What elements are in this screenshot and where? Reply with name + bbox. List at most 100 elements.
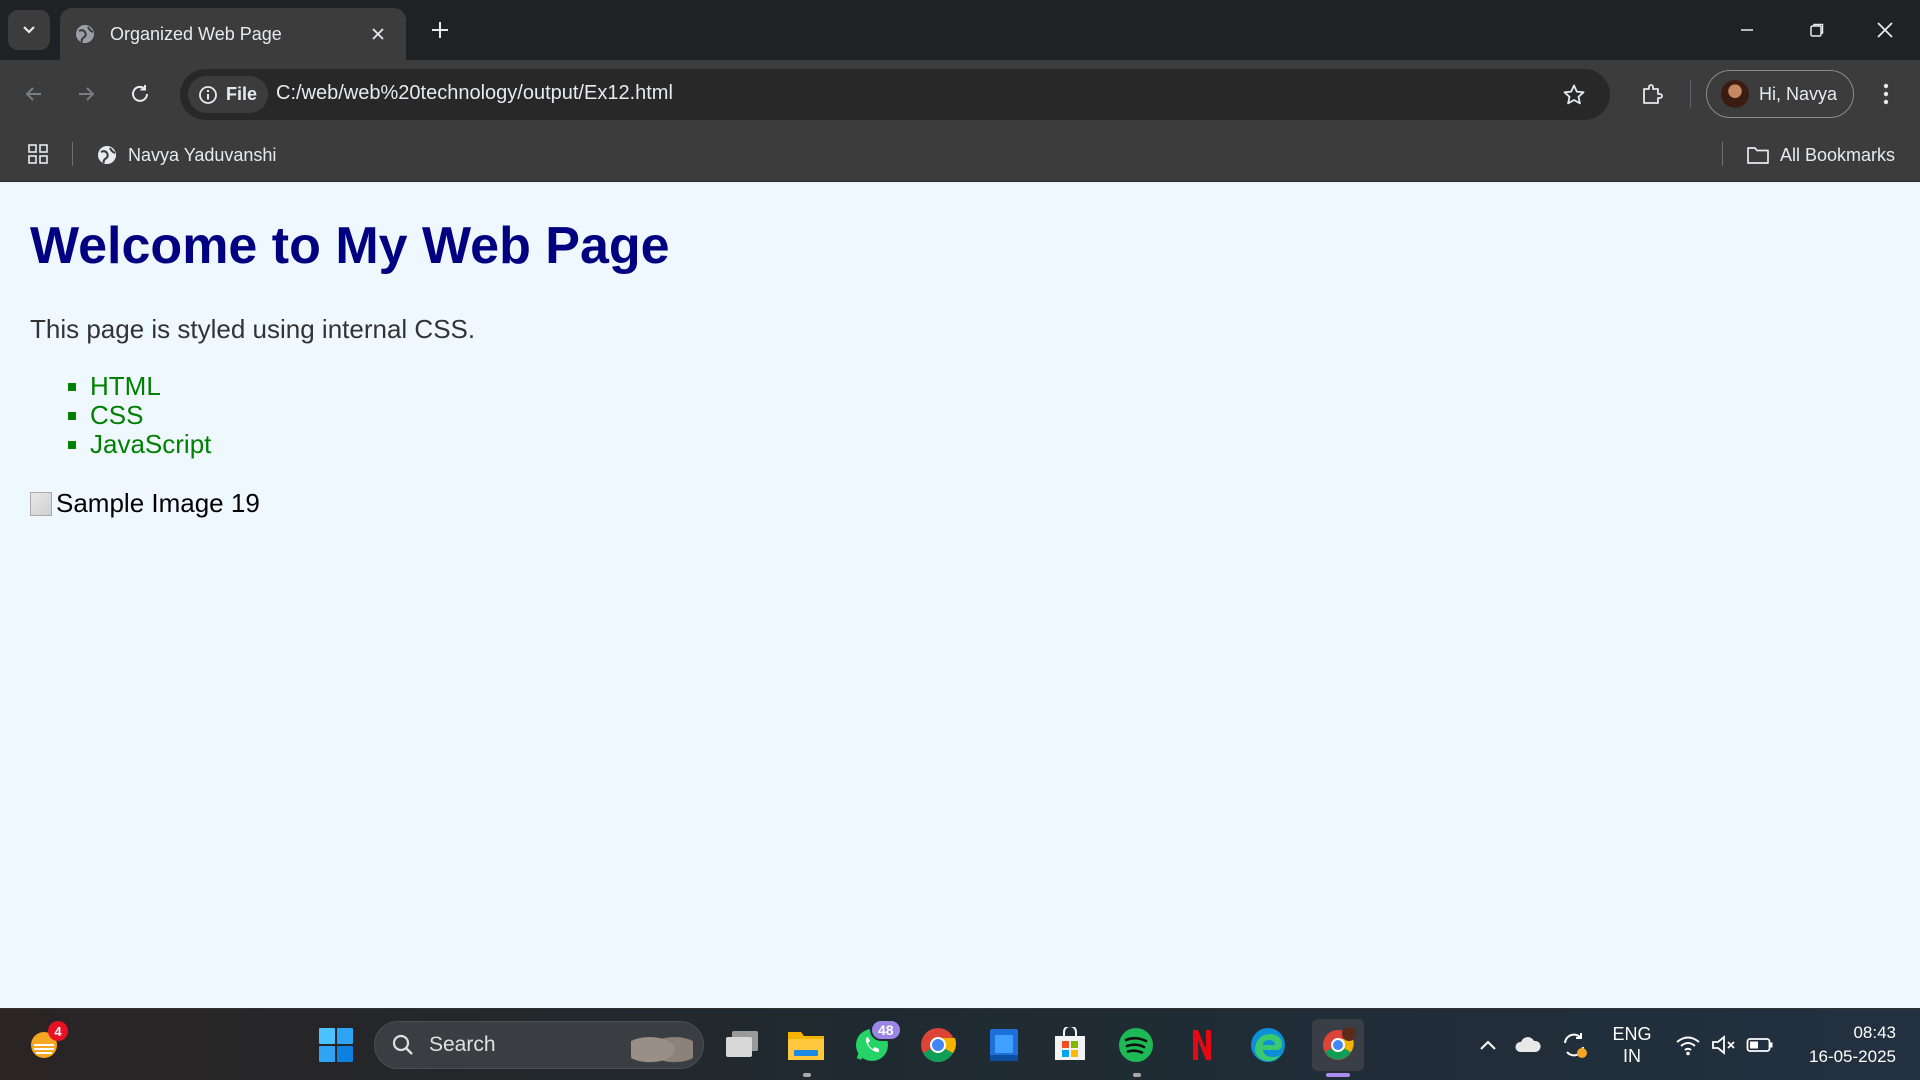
store-app-icon [990,1029,1018,1061]
minimize-icon [1741,29,1753,31]
page-heading: Welcome to My Web Page [30,217,670,275]
toolbar-divider [1690,80,1691,108]
chevron-down-icon [23,26,35,34]
whatsapp-badge: 48 [870,1019,902,1041]
bookmark-separator [1722,142,1723,166]
region-code: IN [1623,1046,1641,1066]
cloud-icon [1515,1037,1541,1052]
spotify-button[interactable] [1114,1023,1158,1067]
page-paragraph: This page is styled using internal CSS. [30,314,476,344]
windows-logo-icon [319,1028,353,1062]
topic-list: HTML CSS JavaScript [60,372,211,459]
clock-time: 08:43 [1853,1023,1896,1042]
bookmarks-bar: Navya Yaduvanshi All Bookmarks [0,128,1920,182]
language-indicator[interactable]: ENG IN [1612,1023,1652,1067]
more-vertical-icon [1883,83,1889,105]
wifi-icon [1676,1036,1700,1056]
search-highlight-image [631,1028,693,1064]
browser-menu-button[interactable] [1870,76,1902,112]
minimize-button[interactable] [1724,10,1770,50]
start-button[interactable] [314,1023,358,1067]
plus-icon [432,22,448,38]
taskbar-search[interactable]: Search [374,1021,704,1069]
chrome-button[interactable] [916,1023,960,1067]
language-code: ENG [1612,1024,1652,1044]
forward-button[interactable] [68,76,104,112]
running-indicator [803,1073,811,1077]
list-item: CSS [60,401,211,430]
image-alt-text: Sample Image 19 [56,488,260,518]
battery-icon [1746,1038,1773,1052]
chrome-profile-icon [1323,1027,1356,1060]
close-icon [372,28,384,40]
all-bookmarks-label: All Bookmarks [1780,144,1896,165]
globe-icon [76,25,94,43]
tab-active[interactable]: Organized Web Page [60,8,406,60]
netflix-icon [1193,1030,1211,1060]
weather-badge: 4 [48,1021,68,1041]
sync-button[interactable] [1552,1023,1596,1067]
url-text[interactable]: C:/web/web%20technology/output/Ex12.html [276,82,673,105]
broken-image: Sample Image 19 [30,488,260,519]
folder-icon [788,1032,824,1060]
bookmark-separator [72,142,73,166]
profile-name: Hi, Navya [1759,83,1838,104]
tab-search-button[interactable] [8,10,50,50]
back-button[interactable] [16,76,52,112]
address-bar[interactable]: File C:/web/web%20technology/output/Ex12… [180,69,1610,120]
info-icon [199,85,217,104]
browser-toolbar: File C:/web/web%20technology/output/Ex12… [0,60,1920,128]
web-page-content: Welcome to My Web Page This page is styl… [0,182,1920,1008]
reload-button[interactable] [122,76,158,112]
arrow-left-icon [25,87,41,101]
bookmark-label: Navya Yaduvanshi [128,144,277,165]
search-icon [392,1034,413,1055]
chevron-up-icon [1480,1040,1496,1050]
site-info-chip[interactable]: File [188,76,268,113]
microsoft-store-button[interactable] [1048,1023,1092,1067]
onedrive-button[interactable] [1506,1023,1550,1067]
netflix-button[interactable] [1180,1023,1224,1067]
task-view-button[interactable] [720,1023,764,1067]
restore-icon [1810,23,1824,37]
spotify-icon [1119,1028,1153,1062]
all-bookmarks-button[interactable]: All Bookmarks [1746,140,1895,170]
clock[interactable]: 08:43 16-05-2025 [1809,1021,1896,1069]
store-app-button[interactable] [982,1023,1026,1067]
close-window-button[interactable] [1862,10,1908,50]
file-explorer-button[interactable] [784,1023,828,1067]
search-placeholder: Search [429,1033,496,1056]
avatar [1721,80,1749,108]
reload-icon [132,85,148,102]
profile-button[interactable]: Hi, Navya [1706,70,1854,118]
edge-button[interactable] [1246,1023,1290,1067]
restore-button[interactable] [1794,10,1840,50]
bookmark-item[interactable]: Navya Yaduvanshi [96,140,276,170]
running-indicator [1133,1073,1141,1077]
battery-button[interactable] [1738,1023,1782,1067]
broken-image-icon [30,491,52,516]
close-icon [1877,22,1893,38]
chrome-icon [921,1028,956,1062]
site-chip-label: File [226,84,258,104]
globe-icon [98,146,116,164]
volume-muted-icon [1712,1035,1735,1055]
browser-titlebar: Organized Web Page [0,0,1920,60]
list-item: JavaScript [60,430,211,459]
show-hidden-icons-button[interactable] [1466,1023,1510,1067]
extensions-button[interactable] [1634,76,1670,112]
puzzle-icon [1643,84,1663,104]
apps-button[interactable] [24,140,52,168]
new-tab-button[interactable] [424,14,456,46]
folder-icon [1747,147,1769,164]
close-tab-button[interactable] [364,20,392,48]
task-view-icon [726,1031,758,1057]
list-item: HTML [60,372,211,401]
chrome-profile-button[interactable] [1312,1019,1364,1071]
clock-date: 16-05-2025 [1809,1047,1896,1066]
bookmark-star-button[interactable] [1560,81,1588,109]
apps-grid-icon [28,144,48,164]
active-indicator [1326,1073,1350,1077]
tab-title: Organized Web Page [110,23,282,44]
star-icon [1563,84,1585,105]
